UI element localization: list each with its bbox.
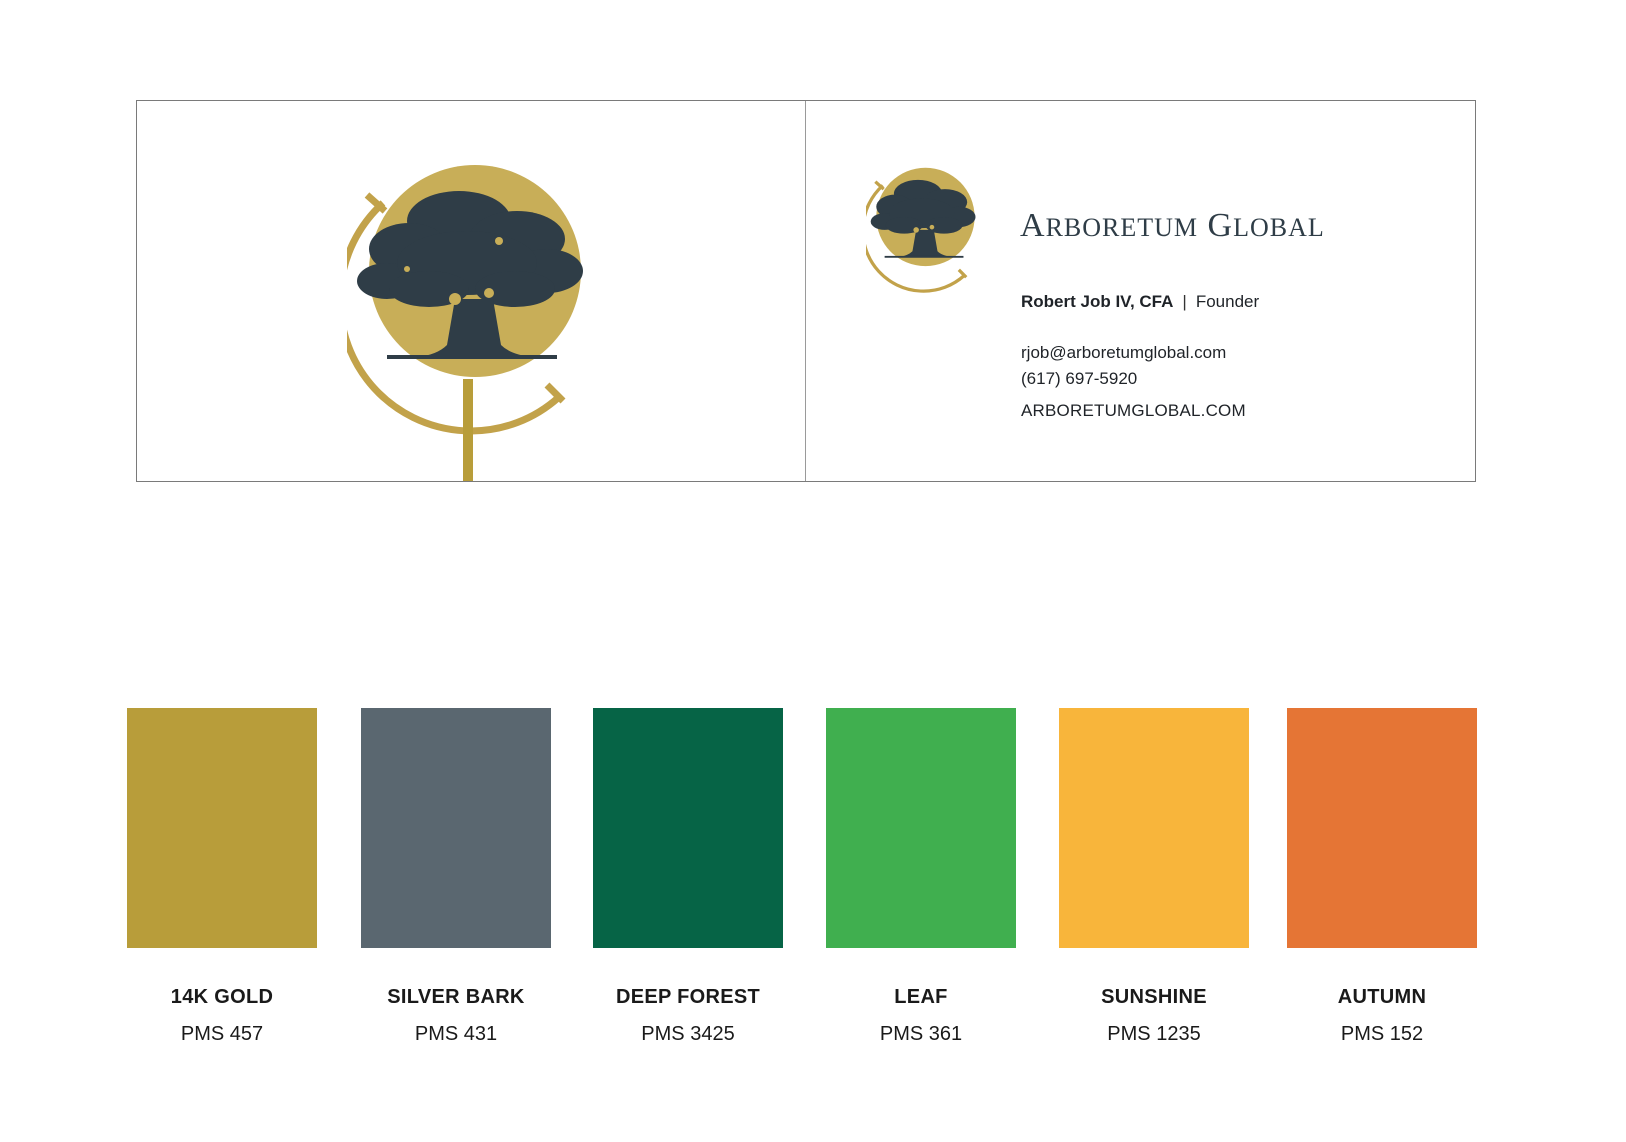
- brand-name: ARBORETUM GLOBAL: [1020, 207, 1325, 244]
- swatch-color-box: [127, 708, 317, 948]
- swatch-pms-code: PMS 3425: [641, 1023, 735, 1045]
- swatch-name: SUNSHINE: [1101, 986, 1207, 1008]
- swatch-name: 14K GOLD: [170, 986, 274, 1008]
- swatch-color-box: [593, 708, 783, 948]
- person-title: Founder: [1195, 292, 1260, 311]
- swatch-pms-code: PMS 1235: [1107, 1023, 1201, 1045]
- contact-website: ARBORETUMGLOBAL.COM: [1021, 401, 1246, 420]
- swatch-silver-bark: SILVER BARK PMS 431: [361, 708, 551, 1046]
- swatch-leaf: LEAF PMS 361: [826, 708, 1016, 1046]
- swatch-color-box: [1287, 708, 1477, 948]
- color-palette: 14K GOLD PMS 457 SILVER BARK PMS 431 DEE…: [127, 708, 1477, 1068]
- swatch-sunshine: SUNSHINE PMS 1235: [1059, 708, 1249, 1046]
- swatch-color-box: [826, 708, 1016, 948]
- swatch-pms-code: PMS 361: [879, 1023, 963, 1045]
- swatch-autumn: AUTUMN PMS 152: [1287, 708, 1477, 1046]
- swatch-name: LEAF: [894, 986, 948, 1008]
- business-card: ARBORETUM GLOBAL Robert Job IV, CFA | Foun…: [136, 100, 1476, 482]
- swatch-deep-forest: DEEP FOREST PMS 3425: [593, 708, 783, 1046]
- swatch-color-box: [1059, 708, 1249, 948]
- globe-tree-logo-small: [866, 167, 976, 293]
- contact-phone: (617) 697-5920: [1021, 369, 1138, 388]
- swatch-pms-code: PMS 431: [414, 1023, 498, 1045]
- swatch-14k-gold: 14K GOLD PMS 457: [127, 708, 317, 1046]
- swatch-pms-code: PMS 152: [1340, 1023, 1424, 1045]
- card-front: [137, 101, 805, 481]
- title-separator: |: [1182, 292, 1187, 311]
- swatch-color-box: [361, 708, 551, 948]
- globe-tree-logo: [347, 165, 583, 481]
- swatch-name: DEEP FOREST: [615, 986, 761, 1008]
- swatch-pms-code: PMS 457: [180, 1023, 264, 1045]
- swatch-name: SILVER BARK: [387, 986, 525, 1008]
- person-line: Robert Job IV, CFA | Founder: [1021, 292, 1259, 312]
- card-back: ARBORETUM GLOBAL Robert Job IV, CFA | Foun…: [806, 101, 1476, 481]
- swatch-name: AUTUMN: [1337, 986, 1427, 1008]
- person-name: Robert Job IV, CFA: [1021, 292, 1174, 311]
- contact-email: rjob@arboretumglobal.com: [1021, 343, 1227, 362]
